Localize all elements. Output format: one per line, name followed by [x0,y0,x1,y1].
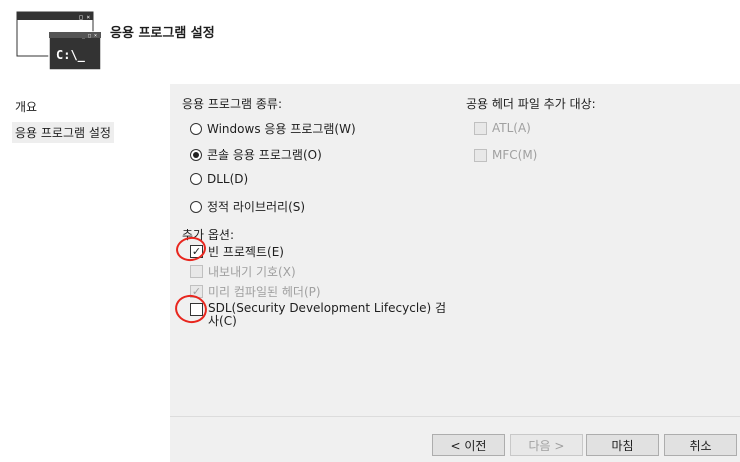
radio-button[interactable] [190,200,202,213]
radio-console-app[interactable]: 콘솔 응용 프로그램(O) [190,146,322,163]
radio-label: DLL(D) [207,172,249,186]
radio-dll[interactable]: DLL(D) [190,172,248,186]
checkbox-mfc: MFC(M) [474,148,537,162]
radio-button-selected[interactable] [190,148,202,161]
cancel-button[interactable]: 취소 [664,434,737,456]
checkbox-label-wrap: SDL(Security Development Lifecycle) 검 사(… [208,302,446,328]
radio-button[interactable] [190,122,202,135]
svg-text:_ □ ×: _ □ × [82,33,97,39]
checkbox-label: ATL(A) [492,121,531,135]
checkbox-disabled [474,148,487,162]
radio-label: 콘솔 응용 프로그램(O) [207,148,322,162]
page-title: 응용 프로그램 설정 [110,26,215,41]
next-button[interactable]: 다음 > [510,434,583,456]
checkbox-atl: ATL(A) [474,121,531,135]
radio-static-lib[interactable]: 정적 라이브러리(S) [190,198,305,215]
app-type-label: 응용 프로그램 종류: [182,97,282,111]
radio-label: Windows 응용 프로그램(W) [207,122,356,136]
prev-button[interactable]: < 이전 [432,434,505,456]
checkbox-label: 내보내기 기호(X) [208,265,296,279]
sidebar-item-app-settings[interactable]: 응용 프로그램 설정 [12,122,114,143]
checkbox-label: 미리 컴파일된 헤더(P) [208,285,321,299]
wizard-header: _ □ × _ □ × C:\_ 응용 프로그램 설정 [0,0,740,84]
common-headers-label: 공용 헤더 파일 추가 대상: [466,97,596,111]
checkbox-sdl-checks[interactable]: SDL(Security Development Lifecycle) 검 사(… [190,302,446,328]
checkbox-label-line2: 사(C) [208,314,237,328]
checkbox-label: SDL(Security Development Lifecycle) 검 [208,301,447,315]
finish-button[interactable]: 마침 [586,434,659,456]
svg-text:_ □ ×: _ □ × [72,14,90,21]
wizard-sidebar: 개요 응용 프로그램 설정 [0,84,170,462]
wizard-footer: < 이전 다음 > 마침 취소 [170,416,740,462]
console-prompt-text: C:\_ [56,48,86,63]
checkbox-label: 빈 프로젝트(E) [208,245,284,259]
checkbox-precompiled-header: ✓ 미리 컴파일된 헤더(P) [190,283,321,300]
checkbox-label: MFC(M) [492,148,538,162]
console-app-icon: _ □ × _ □ × C:\_ [16,11,102,71]
checkbox-disabled [190,265,203,278]
sidebar-item-overview[interactable]: 개요 [12,96,40,117]
radio-label: 정적 라이브러리(S) [207,200,306,214]
radio-windows-app[interactable]: Windows 응용 프로그램(W) [190,120,356,137]
settings-panel: 응용 프로그램 종류: Windows 응용 프로그램(W) 콘솔 응용 프로그… [170,84,740,416]
checkbox-disabled [474,121,487,135]
radio-button[interactable] [190,173,202,185]
checkbox-export-symbols: 내보내기 기호(X) [190,263,296,280]
